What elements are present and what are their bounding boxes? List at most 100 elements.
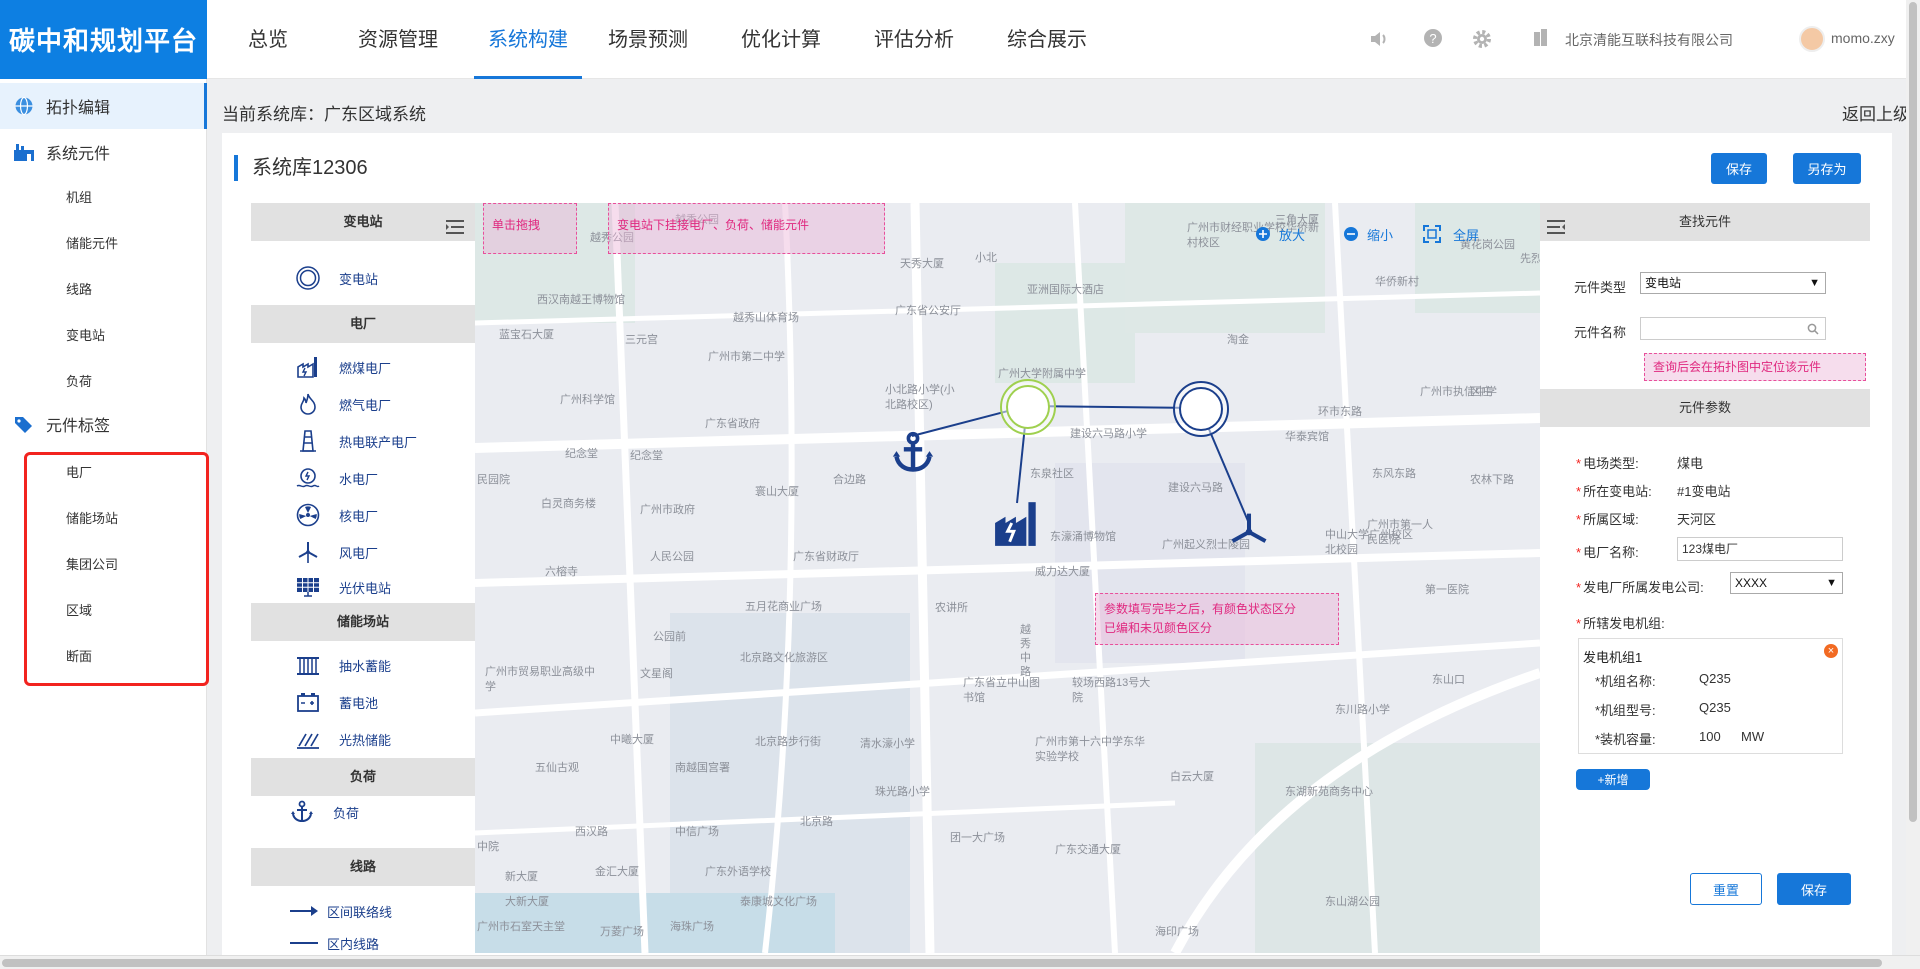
palette-item-substation[interactable]: 变电站: [295, 265, 378, 291]
unit-capacity-value[interactable]: 100: [1699, 729, 1721, 744]
palette-section-plant: 电厂: [251, 305, 475, 343]
zoom-in-label: 放大: [1279, 227, 1306, 243]
horizontal-scrollbar-thumb[interactable]: [2, 959, 1882, 967]
sidebar-item-topology[interactable]: 拓扑编辑: [0, 83, 207, 129]
company-label-text: 发电厂所属发电公司:: [1583, 580, 1704, 595]
palette-item-label: 热电联产电厂: [339, 434, 418, 450]
palette-item-solar-thermal[interactable]: 光热储能: [295, 726, 391, 752]
sidebar-label-tags: 元件标签: [46, 418, 111, 435]
palette-item-label: 负荷: [333, 805, 360, 821]
gear-icon[interactable]: [1470, 28, 1494, 52]
company-select-value: XXXX: [1735, 576, 1768, 590]
page-title: 系统库12306: [234, 155, 368, 181]
wind-plant-node-icon[interactable]: [1227, 510, 1271, 554]
vertical-scrollbar-thumb[interactable]: [1909, 2, 1917, 822]
avatar[interactable]: [1799, 26, 1825, 52]
username[interactable]: momo.zxy: [1831, 30, 1895, 46]
tab-display[interactable]: 综合展示: [1006, 0, 1088, 79]
close-icon[interactable]: ×: [1824, 644, 1838, 658]
add-unit-button[interactable]: +新增: [1576, 769, 1650, 790]
factory-icon: [12, 141, 36, 163]
name-label: 元件名称: [1574, 325, 1627, 340]
palette-section-load: 负荷: [251, 758, 475, 796]
tab-scenario[interactable]: 场景预测: [607, 0, 689, 79]
tab-resource[interactable]: 资源管理: [357, 0, 439, 79]
breadcrumb: 当前系统库：广东区域系统: [222, 105, 426, 124]
help-icon[interactable]: ?: [1421, 28, 1445, 52]
search-header-label: 查找元件: [1678, 214, 1731, 229]
top-navigation: 总览 资源管理 系统构建 场景预测 优化计算 评估分析 综合展示 ? 北京清能互…: [207, 0, 1920, 79]
tab-overview[interactable]: 总览: [237, 0, 299, 79]
palette-item-battery[interactable]: 蓄电池: [295, 689, 378, 715]
field-label-region-text: 所属区域:: [1583, 512, 1639, 527]
sidebar-item-load[interactable]: 负荷: [66, 371, 92, 390]
sidebar-item-substation[interactable]: 变电站: [66, 325, 105, 344]
palette-item-label: 抽水蓄能: [339, 658, 392, 674]
sidebar-item-tags[interactable]: 元件标签: [0, 401, 207, 447]
palette-section-label: 变电站: [343, 214, 383, 229]
nuclear-icon: [295, 503, 321, 527]
save-as-button[interactable]: 另存为: [1793, 153, 1861, 184]
substation-node[interactable]: [1172, 380, 1230, 438]
palette-item-hydro-plant[interactable]: 水电厂: [295, 465, 378, 491]
wind-turbine-icon: [295, 540, 321, 564]
unit-name-value[interactable]: Q235: [1699, 671, 1731, 686]
search-hint: 查询后会在拓扑图中定位该元件: [1644, 353, 1866, 381]
coal-plant-node-icon[interactable]: [993, 498, 1043, 548]
tab-evaluate[interactable]: 评估分析: [873, 0, 955, 79]
zoom-in-button[interactable]: 放大: [1255, 223, 1315, 245]
sidebar-item-storage-element[interactable]: 储能元件: [66, 233, 118, 252]
palette-item-tie-line[interactable]: 区间联络线: [289, 898, 392, 924]
horizontal-scrollbar[interactable]: [0, 955, 1920, 969]
substation-node-selected[interactable]: [999, 378, 1057, 436]
right-save-button[interactable]: 保存: [1777, 873, 1851, 905]
type-select[interactable]: 变电站 ▼: [1640, 272, 1826, 294]
back-link[interactable]: 返回上级: [1842, 100, 1910, 125]
palette-item-nuclear-plant[interactable]: 核电厂: [295, 502, 378, 528]
palette-item-gas-plant[interactable]: 燃气电厂: [295, 391, 391, 417]
palette-item-coal-plant[interactable]: 燃煤电厂: [295, 354, 391, 380]
unit-model-value[interactable]: Q235: [1699, 700, 1731, 715]
collapse-menu-icon[interactable]: [445, 213, 465, 251]
topology-map[interactable]: 越秀公园 越秀公园 西汉南越王博物馆 蓝宝石大厦 三元宫 越秀山体育场 广州市第…: [475, 203, 1540, 953]
palette-item-label: 风电厂: [339, 545, 379, 561]
units-label-text: 所辖发电机组:: [1583, 616, 1665, 631]
name-search-input[interactable]: [1640, 317, 1826, 340]
palette-item-label: 光热储能: [339, 732, 392, 748]
right-panel: 查找元件 元件类型 变电站 ▼ 元件名称 查询后会在拓扑图中定位该元件 元件参数 …: [1540, 203, 1870, 953]
palette-item-internal-line[interactable]: 区内线路: [289, 930, 379, 953]
line-icon: [289, 931, 319, 953]
tab-system-build[interactable]: 系统构建: [474, 0, 582, 79]
palette-item-pumped-storage[interactable]: 抽水蓄能: [295, 652, 391, 678]
field-label-substation: * 所在变电站:: [1576, 484, 1652, 499]
reset-button[interactable]: 重置: [1690, 873, 1762, 905]
palette-item-label: 水电厂: [339, 471, 379, 487]
vertical-scrollbar[interactable]: [1906, 0, 1920, 955]
load-node-anchor-icon[interactable]: [891, 431, 935, 475]
sidebar-item-unit[interactable]: 机组: [66, 187, 92, 206]
company-select[interactable]: XXXX ▼: [1730, 572, 1843, 594]
plant-name-input[interactable]: 123煤电厂: [1677, 537, 1843, 561]
palette-item-chp-plant[interactable]: 热电联产电厂: [295, 428, 417, 454]
params-header: 元件参数: [1540, 389, 1870, 427]
hint-params-line-2: 已编和未见颜色区分: [1104, 621, 1213, 635]
search-icon[interactable]: [1807, 318, 1819, 342]
palette-item-wind-plant[interactable]: 风电厂: [295, 539, 378, 565]
collapse-menu-icon[interactable]: [1546, 213, 1566, 251]
fullscreen-button[interactable]: 全屏: [1423, 222, 1503, 246]
zoom-out-button[interactable]: 缩小: [1343, 223, 1403, 245]
palette-section-line: 线路: [251, 848, 475, 886]
tag-icon: [12, 413, 36, 435]
palette-section-substation: 变电站: [251, 203, 475, 241]
tab-optimize[interactable]: 优化计算: [740, 0, 822, 79]
globe-icon: [12, 95, 36, 117]
save-button[interactable]: 保存: [1711, 153, 1767, 184]
field-label-type: * 电场类型:: [1576, 456, 1639, 471]
volume-icon[interactable]: [1367, 28, 1391, 52]
svg-text:?: ?: [1429, 31, 1436, 46]
palette-item-load[interactable]: 负荷: [289, 799, 359, 825]
sidebar-item-components[interactable]: 系统元件: [0, 129, 207, 175]
highlight-box: [24, 452, 209, 686]
palette-item-pv-station[interactable]: 光伏电站: [295, 574, 391, 600]
sidebar-item-line[interactable]: 线路: [66, 279, 92, 298]
